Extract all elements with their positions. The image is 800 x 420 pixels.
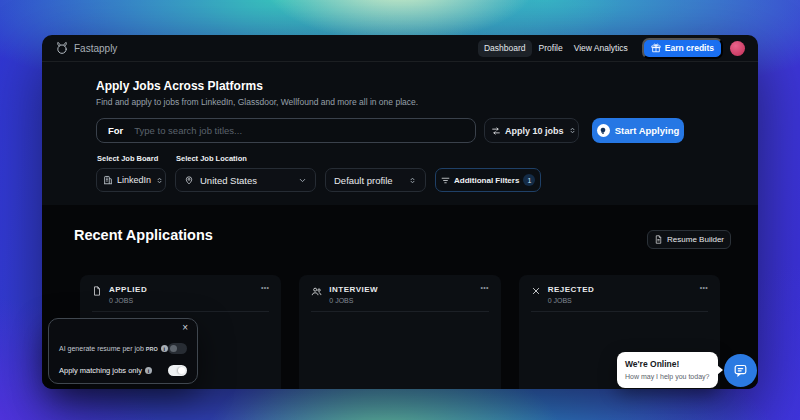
x-icon bbox=[531, 286, 541, 296]
chevron-updown-icon bbox=[568, 126, 577, 135]
start-applying-label: Start Applying bbox=[615, 125, 680, 136]
apply-count-select[interactable]: Apply 10 jobs bbox=[484, 118, 579, 143]
matching-jobs-toggle[interactable] bbox=[168, 365, 187, 376]
column-count: 0 JOBS bbox=[548, 297, 595, 304]
job-location-value: United States bbox=[200, 175, 257, 186]
location-pin-icon bbox=[184, 175, 194, 185]
column-title: REJECTED bbox=[548, 285, 595, 294]
chevron-updown-icon bbox=[408, 176, 417, 185]
document-icon bbox=[654, 235, 663, 244]
job-board-select[interactable]: LinkedIn bbox=[96, 168, 166, 192]
page-title: Apply Jobs Across Platforms bbox=[96, 79, 704, 93]
chevron-down-icon bbox=[298, 176, 307, 185]
interview-column: INTERVIEW 0 JOBS bbox=[299, 275, 500, 389]
column-count: 0 JOBS bbox=[329, 297, 378, 304]
document-icon bbox=[92, 286, 102, 296]
more-icon[interactable] bbox=[261, 285, 269, 290]
column-count: 0 JOBS bbox=[109, 297, 147, 304]
job-board-value: LinkedIn bbox=[117, 175, 151, 185]
brand-name: Fastapply bbox=[74, 43, 117, 54]
column-title: APPLIED bbox=[109, 285, 147, 294]
chat-icon bbox=[733, 363, 748, 378]
recent-applications-title: Recent Applications bbox=[74, 227, 213, 243]
matching-jobs-label: Apply matching jobs only bbox=[59, 366, 142, 375]
pro-tag: PRO bbox=[146, 346, 158, 352]
people-icon bbox=[311, 286, 322, 297]
close-icon[interactable] bbox=[182, 323, 188, 333]
filter-icon bbox=[441, 176, 450, 185]
chevron-updown-icon bbox=[155, 176, 164, 185]
chat-greeting-bubble: We're Online! How may I help you today? bbox=[617, 352, 718, 388]
filters-count-badge: 1 bbox=[523, 174, 535, 186]
additional-filters-button[interactable]: Additional Filters 1 bbox=[435, 168, 541, 192]
top-nav: Fastapply Dashboard Profile View Analyti… bbox=[42, 35, 758, 62]
job-location-label: Select Job Location bbox=[176, 154, 316, 163]
profile-select[interactable]: Default profile bbox=[325, 168, 426, 192]
job-title-search[interactable]: For bbox=[96, 118, 476, 143]
swap-icon bbox=[491, 126, 501, 136]
idea-icon bbox=[597, 124, 610, 137]
column-title: INTERVIEW bbox=[329, 285, 378, 294]
resume-builder-button[interactable]: Resume Builder bbox=[647, 230, 731, 249]
ai-resume-label: AI generate resume per job bbox=[59, 345, 144, 352]
page-subtitle: Find and apply to jobs from LinkedIn, Gl… bbox=[96, 97, 704, 107]
job-location-select[interactable]: United States bbox=[175, 168, 316, 192]
apply-options-popup: AI generate resume per job PRO i Apply m… bbox=[48, 318, 198, 384]
profile-value: Default profile bbox=[334, 175, 393, 186]
chat-title: We're Online! bbox=[625, 359, 710, 369]
resume-builder-label: Resume Builder bbox=[667, 235, 724, 244]
chat-subtitle: How may I help you today? bbox=[625, 373, 710, 380]
ai-resume-toggle[interactable] bbox=[168, 343, 187, 354]
info-icon: i bbox=[145, 367, 152, 374]
owl-logo-icon bbox=[55, 41, 69, 55]
start-applying-button[interactable]: Start Applying bbox=[592, 118, 684, 143]
more-icon[interactable] bbox=[480, 285, 488, 290]
apply-count-value: Apply 10 jobs bbox=[505, 126, 564, 136]
nav-dashboard[interactable]: Dashboard bbox=[478, 40, 532, 57]
search-input[interactable] bbox=[134, 125, 464, 136]
gift-icon bbox=[651, 43, 661, 53]
more-icon[interactable] bbox=[700, 285, 708, 290]
search-prefix: For bbox=[108, 125, 123, 136]
nav-profile[interactable]: Profile bbox=[535, 40, 567, 56]
brand[interactable]: Fastapply bbox=[55, 41, 117, 55]
earn-credits-label: Earn credits bbox=[665, 43, 714, 53]
additional-filters-label: Additional Filters bbox=[454, 176, 519, 185]
chat-launcher-button[interactable] bbox=[724, 354, 757, 387]
nav-view-analytics[interactable]: View Analytics bbox=[570, 40, 632, 56]
earn-credits-button[interactable]: Earn credits bbox=[642, 38, 723, 59]
hero-section: Apply Jobs Across Platforms Find and app… bbox=[42, 62, 758, 205]
building-icon bbox=[103, 175, 113, 185]
avatar[interactable] bbox=[730, 41, 745, 56]
job-board-label: Select Job Board bbox=[97, 154, 166, 163]
info-icon: i bbox=[161, 345, 168, 352]
